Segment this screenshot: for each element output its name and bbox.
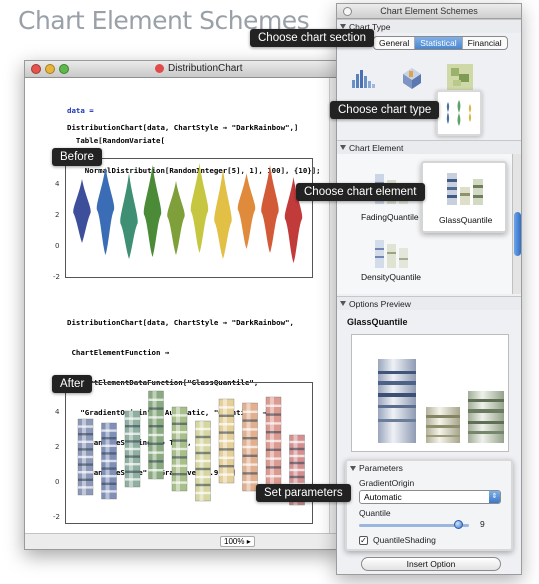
glass-quantile-mark xyxy=(218,398,235,484)
scrollbar-thumb[interactable] xyxy=(514,212,521,256)
insert-option-button[interactable]: Insert Option xyxy=(361,557,501,571)
glass-quantile-mark xyxy=(195,420,211,502)
options-preview-section-header[interactable]: Options Preview xyxy=(337,296,521,310)
code-line: ChartElementFunction → xyxy=(67,348,170,357)
disclosure-triangle-icon xyxy=(350,466,356,471)
code-cell-before[interactable]: DistributionChart[data, ChartStyle → "Da… xyxy=(67,123,298,133)
mathematica-icon xyxy=(155,64,164,73)
callout-after: After xyxy=(52,375,93,393)
notebook-statusbar: 100% ▸ xyxy=(25,533,341,549)
glass-quantile-mark xyxy=(148,390,164,480)
violin-mark xyxy=(261,165,279,253)
y-tick-label: 0 xyxy=(55,478,60,486)
violin-mark xyxy=(73,179,91,243)
density-chart-type-icon[interactable] xyxy=(445,62,475,92)
minimize-window-button[interactable] xyxy=(45,64,55,74)
glass-quantile-mark xyxy=(77,418,94,496)
notebook-window: DistributionChart data = Table[RandomVar… xyxy=(24,60,342,550)
parameters-panel: Parameters GradientOrigin Automatic ⇕ Qu… xyxy=(345,459,513,551)
chart-element-section-header[interactable]: Chart Element xyxy=(337,140,521,154)
quantile-value: 9 xyxy=(480,519,485,529)
y-tick-label: 2 xyxy=(55,211,60,219)
y-tick-label: 4 xyxy=(55,180,60,188)
close-window-button[interactable] xyxy=(31,64,41,74)
distribution-chart-type-tile[interactable] xyxy=(436,90,482,136)
after-plot xyxy=(65,382,313,524)
y-tick-label: 4 xyxy=(55,408,60,416)
element-label-fading-quantile[interactable]: FadingQuantile xyxy=(361,212,419,222)
y-tick-label: -2 xyxy=(53,513,60,521)
glass-quantile-icon xyxy=(447,173,483,205)
glass-quantile-tile[interactable]: GlassQuantile xyxy=(421,161,507,233)
glass-quantile-mark xyxy=(242,402,258,492)
notebook-title: DistributionChart xyxy=(155,63,242,74)
callout-choose-section: Choose chart section xyxy=(250,29,375,47)
quantile-label: Quantile xyxy=(359,508,391,518)
glass-quantile-mark xyxy=(124,410,141,488)
glass-quantile-mark xyxy=(171,406,188,492)
callout-choose-type: Choose chart type xyxy=(330,101,440,119)
notebook-title-text: DistributionChart xyxy=(168,63,243,74)
violin-mark xyxy=(167,181,185,255)
before-violin-chart xyxy=(73,163,303,263)
element-label-density-quantile[interactable]: DensityQuantile xyxy=(361,272,421,282)
chevron-updown-icon: ⇕ xyxy=(489,491,500,503)
disclosure-triangle-icon xyxy=(340,145,346,150)
element-label-glass-quantile: GlassQuantile xyxy=(439,215,493,225)
palette-titlebar: Chart Element Schemes xyxy=(337,4,521,19)
density-quantile-icon[interactable] xyxy=(371,234,411,272)
tab-general[interactable]: General xyxy=(374,37,416,49)
zoom-value: 100% xyxy=(224,537,245,546)
before-plot xyxy=(65,158,313,278)
preview-title: GlassQuantile xyxy=(347,317,408,327)
quantile-shading-checkbox[interactable]: ✓ xyxy=(359,536,368,545)
quantile-shading-label: QuantileShading xyxy=(373,535,436,545)
glass-quantile-mark xyxy=(265,396,282,486)
gradient-origin-value: Automatic xyxy=(364,492,402,502)
parameters-header[interactable]: Parameters xyxy=(347,463,403,473)
tab-financial[interactable]: Financial xyxy=(463,37,507,49)
notebook-titlebar: DistributionChart xyxy=(25,61,341,78)
chart-element-scrollbar[interactable] xyxy=(512,154,521,294)
violin-mark xyxy=(190,163,209,253)
zoom-window-button[interactable] xyxy=(59,64,69,74)
gradient-origin-select[interactable]: Automatic ⇕ xyxy=(359,490,501,504)
code-line: data = xyxy=(67,106,94,115)
code-line: DistributionChart[data, ChartStyle → "Da… xyxy=(67,318,294,327)
y-tick-label: -2 xyxy=(53,273,60,281)
chart-element-label: Chart Element xyxy=(349,143,404,153)
violin-chart-type-icon xyxy=(446,100,472,126)
chart-section-tabs: General Statistical Financial xyxy=(373,36,508,50)
callout-before: Before xyxy=(52,148,102,166)
palette-close-button[interactable] xyxy=(343,7,352,16)
callout-choose-element: Choose chart element xyxy=(296,183,425,201)
y-tick-label: 2 xyxy=(55,443,60,451)
after-glass-quantile-chart xyxy=(77,390,305,506)
disclosure-triangle-icon xyxy=(340,301,346,306)
zoom-menu[interactable]: 100% ▸ xyxy=(220,536,255,547)
histogram3d-chart-type-icon[interactable] xyxy=(397,62,427,92)
glass-quantile-preview-chart xyxy=(378,359,504,443)
chart-element-schemes-palette: Chart Element Schemes Chart Type General… xyxy=(336,3,522,575)
histogram-chart-type-icon[interactable] xyxy=(349,62,379,92)
code-line: Table[RandomVariate[ xyxy=(67,136,165,145)
options-preview-label: Options Preview xyxy=(349,299,411,309)
quantile-slider[interactable] xyxy=(359,524,469,527)
palette-title: Chart Element Schemes xyxy=(380,6,478,16)
glass-quantile-mark xyxy=(101,422,117,500)
gradient-origin-label: GradientOrigin xyxy=(359,478,415,488)
parameters-label: Parameters xyxy=(359,463,403,473)
options-preview-box xyxy=(351,334,509,452)
callout-set-parameters: Set parameters xyxy=(256,484,351,502)
tab-statistical[interactable]: Statistical xyxy=(415,37,463,49)
violin-mark xyxy=(120,173,138,259)
violin-mark xyxy=(143,165,162,257)
violin-mark xyxy=(214,169,232,259)
notebook-content[interactable]: data = Table[RandomVariate[ NormalDistri… xyxy=(25,78,329,533)
y-tick-label: 0 xyxy=(55,242,60,250)
violin-mark xyxy=(237,173,256,249)
violin-mark xyxy=(96,167,115,255)
quantile-slider-knob[interactable] xyxy=(454,520,463,529)
